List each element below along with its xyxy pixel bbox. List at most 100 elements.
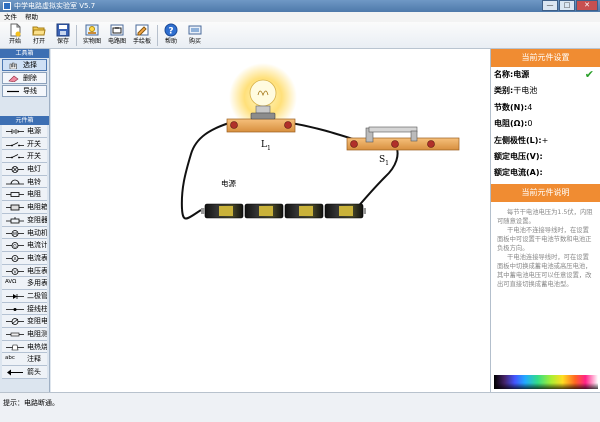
component-battery-symbol[interactable]: 电源 xyxy=(2,125,47,138)
component-label: 变阻器 xyxy=(27,215,47,224)
description-paragraph: 干电池不连接导线时，在设置面板中可设置干电池节数和电池正负极方向。 xyxy=(497,226,592,252)
component-label: 多用表 xyxy=(27,279,47,288)
property-value: 干电池 xyxy=(513,86,538,96)
property-value: 0 xyxy=(527,119,533,129)
new-button[interactable]: 开始 xyxy=(4,23,26,48)
toolbar: 开始 打开 保存 实物图 电路图 手绘板 ? 帮助 购买 xyxy=(0,22,600,49)
resistor-symbol-icon xyxy=(6,192,24,198)
property-row[interactable]: 左侧极性(L):+ xyxy=(491,133,600,149)
maximize-button[interactable]: □ xyxy=(559,0,575,11)
component-lamp-symbol[interactable]: 电灯 xyxy=(2,163,47,176)
component-terminal-post[interactable]: 接线柱 xyxy=(2,302,47,316)
right-panel: 当前元件设置 名称:电源 ✔ 类别:干电池 节数(N):4 电阻(Ω):0 左侧极性(L)… xyxy=(490,49,600,392)
property-row[interactable]: 额定电流(A): xyxy=(491,165,600,181)
battery-cell xyxy=(244,203,284,219)
save-button[interactable]: 保存 xyxy=(52,23,74,48)
component-galvanometer-symbol[interactable]: G 电流计 xyxy=(2,239,47,252)
property-key: 电阻(Ω): xyxy=(494,119,528,129)
component-resistor-symbol[interactable]: 电阻 xyxy=(2,188,47,202)
component-rheostat-symbol[interactable]: 变阻器 xyxy=(2,213,47,227)
light-bulb[interactable] xyxy=(226,63,297,133)
svg-text:?: ? xyxy=(168,27,173,37)
tool-wire[interactable]: 导线 xyxy=(2,85,47,97)
window-controls: — □ ✕ xyxy=(542,0,598,11)
svg-text:M: M xyxy=(13,231,17,237)
component-label: 变阻电灯 xyxy=(27,317,47,326)
property-value: 4 xyxy=(527,102,533,112)
menu-help[interactable]: 帮助 xyxy=(25,12,38,22)
heating-flask-icon xyxy=(6,344,24,350)
bell-symbol-icon xyxy=(6,179,24,185)
component-resistance-box[interactable]: 电阻箱 xyxy=(2,201,47,214)
arrow-icon xyxy=(7,369,23,376)
schematic-button[interactable]: 电路图 xyxy=(104,23,130,48)
diode-symbol-icon xyxy=(6,293,24,299)
property-key: 节数(N): xyxy=(494,102,528,112)
battery-pack[interactable] xyxy=(201,203,366,219)
window-title: 中学电路虚拟实验室 V5.7 xyxy=(14,2,96,10)
component-diode-symbol[interactable]: 二极管 xyxy=(2,289,47,303)
buy-button[interactable]: 购买 xyxy=(184,23,206,48)
component-resistance-test[interactable]: 电阻测试 xyxy=(2,328,47,341)
component-motor-symbol[interactable]: M 电动机 xyxy=(2,226,47,240)
property-row[interactable]: 额定电压(V): xyxy=(491,149,600,165)
menu-file[interactable]: 文件 xyxy=(4,12,17,22)
lamp-label: L1 xyxy=(261,140,271,152)
property-value: 电源 xyxy=(513,70,530,79)
circuit-drawing xyxy=(180,63,460,220)
switch-label: S1 xyxy=(379,155,389,167)
component-heating-flask[interactable]: 电热烧瓶 xyxy=(2,340,47,354)
component-ammeter-symbol[interactable]: A 电流表 xyxy=(2,251,47,265)
galvanometer-symbol-icon: G xyxy=(6,242,24,249)
help-button[interactable]: ? 帮助 xyxy=(160,23,182,48)
property-key: 额定电流(A): xyxy=(494,168,543,178)
component-description: 每节干电池电压为1.5伏，内阻可随意设置。 干电池不连接导线时，在设置面板中可设置… xyxy=(494,206,597,369)
color-palette[interactable] xyxy=(494,375,598,389)
knife-switch[interactable] xyxy=(346,126,460,151)
multimeter-icon: AVΩ xyxy=(5,279,17,286)
tool-delete[interactable]: 删除 xyxy=(2,72,47,84)
component-label: 电源 xyxy=(27,127,41,135)
real-view-button[interactable]: 实物图 xyxy=(79,23,105,48)
property-row[interactable]: 节数(N):4 xyxy=(491,100,600,116)
check-icon: ✔ xyxy=(584,68,594,81)
schematic-view-icon xyxy=(110,24,124,36)
property-row[interactable]: 类别:干电池 xyxy=(491,83,600,99)
description-paragraph: 干电池连接导线时，可在设置面板中切换成蓄电池或高压电池，其中蓄电池电压可以任意设… xyxy=(497,253,592,288)
component-arrow[interactable]: 箭头 xyxy=(2,366,47,379)
lamp-symbol-icon xyxy=(6,166,24,173)
component-text-annotation[interactable]: abc 注释 xyxy=(2,353,47,367)
battery-cell xyxy=(324,203,366,219)
component-voltmeter-symbol[interactable]: V 电压表 xyxy=(2,264,47,278)
drawing-board-button[interactable]: 手绘板 xyxy=(129,23,155,48)
component-switch-symbol[interactable]: 开关 xyxy=(2,150,47,164)
property-key: 名称: xyxy=(494,70,514,79)
wire[interactable] xyxy=(355,143,399,210)
terminal xyxy=(427,140,435,148)
toolbar-separator xyxy=(76,25,77,46)
toolbar-separator xyxy=(157,25,158,46)
component-switch-symbol[interactable]: 开关 xyxy=(2,137,47,151)
component-label: 电阻箱 xyxy=(27,203,47,212)
property-key: 左侧极性(L): xyxy=(494,135,542,145)
component-box-title: 元件箱 xyxy=(0,116,49,125)
eraser-icon xyxy=(8,75,19,82)
property-key: 额定电压(V): xyxy=(494,151,543,161)
tool-select[interactable]: 选择 xyxy=(2,59,47,71)
resistance-box-icon xyxy=(6,204,24,211)
component-bell-symbol[interactable]: 电铃 xyxy=(2,175,47,189)
resistance-test-icon xyxy=(6,332,24,337)
circuit-canvas[interactable]: L1 S1 电源 xyxy=(51,49,490,392)
terminal xyxy=(284,121,292,129)
close-button[interactable]: ✕ xyxy=(576,0,598,11)
minimize-button[interactable]: — xyxy=(542,0,558,11)
switch-symbol-icon xyxy=(6,154,24,159)
property-row[interactable]: 名称:电源 ✔ xyxy=(491,67,600,83)
battery-label: 电源 xyxy=(221,179,236,188)
component-list: 电源 开关 开关 电灯 电铃 电阻 电阻箱 变阻器 M 电动机 G 电流计 A 电流表 V 电压表 AVΩ 多用表… xyxy=(0,125,49,379)
component-multimeter[interactable]: AVΩ 多用表 xyxy=(2,277,47,290)
component-dimmer-lamp[interactable]: 变阻电灯 xyxy=(2,315,47,328)
open-button[interactable]: 打开 xyxy=(28,23,50,48)
terminal-post-icon xyxy=(6,307,24,311)
property-row[interactable]: 电阻(Ω):0 xyxy=(491,116,600,132)
